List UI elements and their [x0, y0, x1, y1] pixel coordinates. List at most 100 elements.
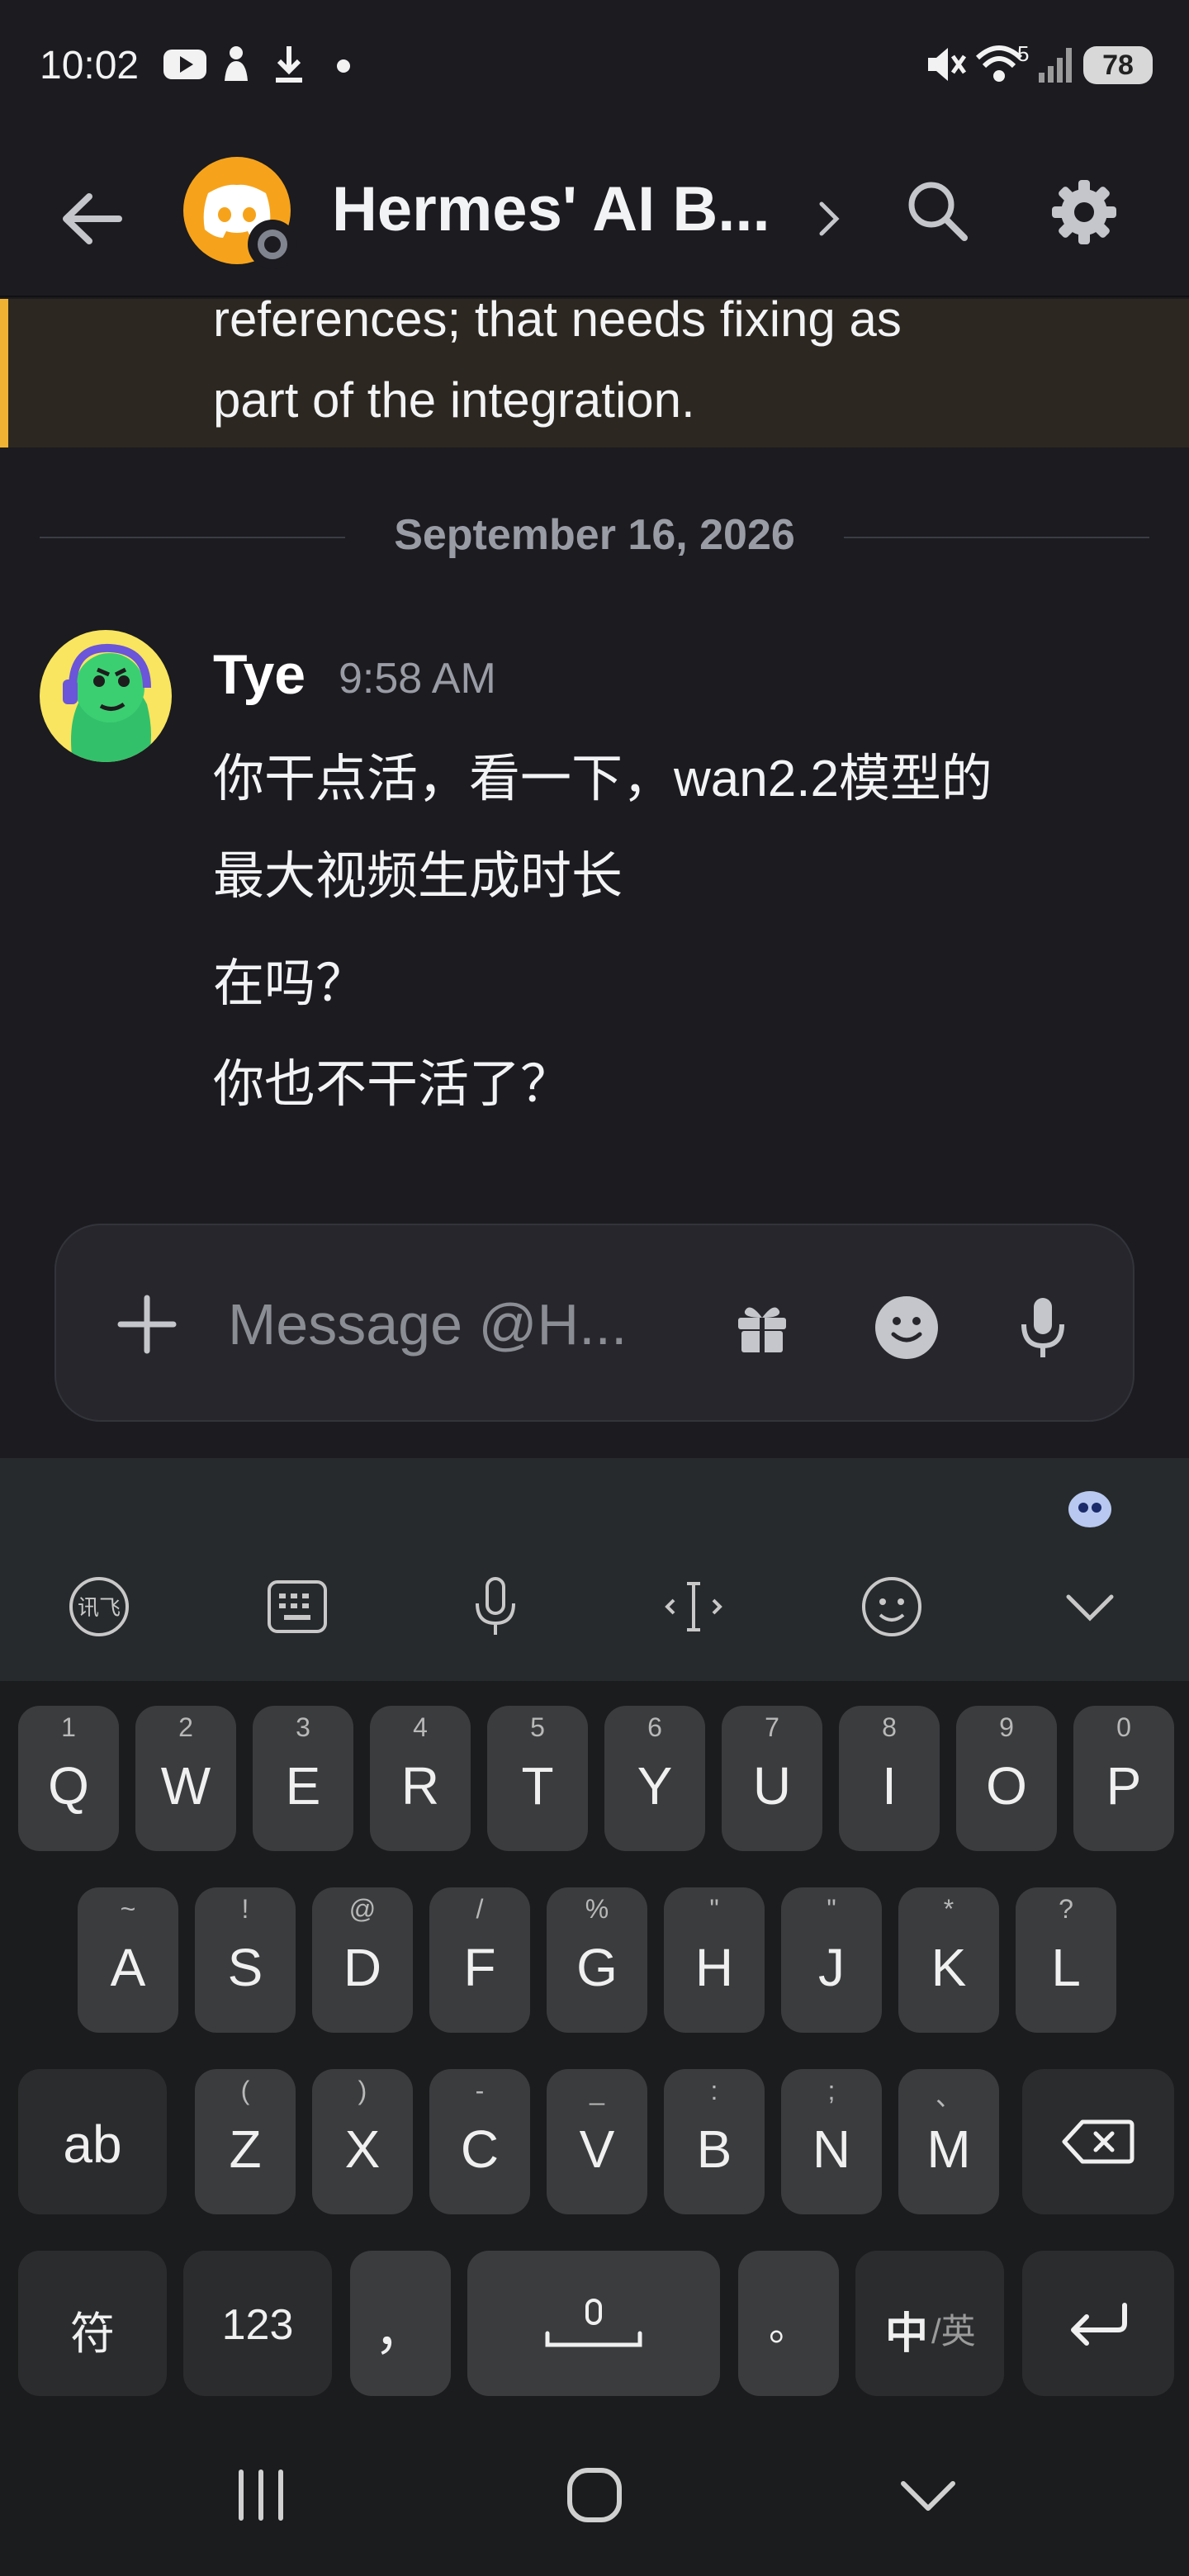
symbols-key[interactable]: 符	[18, 2251, 167, 2396]
shift-key[interactable]: ab	[18, 2069, 167, 2214]
key-i[interactable]: 8I	[839, 1706, 940, 1851]
key-a[interactable]: ~ A	[78, 1887, 178, 2033]
message-composer[interactable]: Message @H...	[54, 1224, 1135, 1422]
user-avatar[interactable]	[40, 630, 172, 762]
key-label: 符	[70, 2309, 115, 2359]
mute-icon	[928, 48, 966, 81]
message-line-4[interactable]: 你也不干活了？	[213, 1042, 571, 1116]
handwriting-icon[interactable]: 讯飞	[66, 1574, 132, 1640]
keyboard-toolbar: 讯飞	[0, 1458, 1189, 1681]
message-line-2[interactable]: 最大视频生成时长	[213, 834, 623, 908]
recent-apps-icon[interactable]	[228, 2462, 294, 2528]
keyboard-layout-icon[interactable]	[264, 1574, 330, 1640]
period-key[interactable]: 。	[738, 2251, 839, 2396]
channel-title[interactable]: Hermes' AI B...	[332, 173, 770, 245]
key-label: X	[344, 2119, 381, 2179]
key-l[interactable]: ? L	[1016, 1887, 1116, 2033]
key-hint: 9	[999, 1712, 1014, 1742]
message-line-3[interactable]: 在吗？	[213, 941, 367, 1016]
key-v[interactable]: _ V	[547, 2069, 647, 2214]
key-label: C	[460, 2119, 500, 2179]
key-label: S	[227, 1938, 263, 1997]
highlight-line-2: part of the integration.	[213, 372, 695, 428]
key-label: D	[343, 1938, 382, 1997]
key-n[interactable]: ; N	[781, 2069, 882, 2214]
key-hint: /	[476, 1894, 484, 1924]
key-j[interactable]: " J	[781, 1887, 882, 2033]
key-label: 。	[768, 2305, 808, 2349]
key-hint: "	[709, 1894, 719, 1924]
key-label: A	[110, 1938, 146, 1997]
key-f[interactable]: / F	[429, 1887, 530, 2033]
key-q[interactable]: 1Q	[18, 1706, 119, 1851]
highlighted-message[interactable]: references; that needs fixing as part of…	[0, 299, 1189, 447]
chevron-right-icon[interactable]	[813, 194, 846, 244]
key-label: G	[576, 1938, 618, 1997]
download-icon	[276, 46, 302, 83]
back-nav-icon[interactable]	[895, 2462, 961, 2528]
key-label: N	[812, 2119, 851, 2179]
key-k[interactable]: * K	[898, 1887, 999, 2033]
back-arrow-icon[interactable]	[56, 182, 130, 256]
enter-key[interactable]	[1022, 2251, 1174, 2396]
svg-text:讯飞: 讯飞	[78, 1596, 121, 1621]
backspace-key[interactable]	[1022, 2069, 1174, 2214]
key-z[interactable]: (Z	[195, 2069, 296, 2214]
ai-assistant-icon[interactable]	[1065, 1483, 1115, 1532]
key-hint: )	[358, 2076, 367, 2105]
key-u[interactable]: 7U	[722, 1706, 822, 1851]
space-key[interactable]	[467, 2251, 720, 2396]
voice-input-icon[interactable]	[462, 1574, 528, 1640]
language-toggle-key[interactable]: 中 /英	[855, 2251, 1004, 2396]
cursor-move-icon[interactable]	[661, 1574, 727, 1640]
key-d[interactable]: @ D	[312, 1887, 413, 2033]
key-label: Z	[229, 2119, 262, 2179]
key-hint: "	[827, 1894, 836, 1924]
gift-icon[interactable]	[733, 1298, 791, 1356]
enter-icon	[1071, 2303, 1127, 2346]
search-icon[interactable]	[900, 173, 974, 248]
numbers-key[interactable]: 123	[183, 2251, 332, 2396]
key-label: Q	[48, 1756, 89, 1816]
language-secondary-label: /英	[931, 2312, 976, 2351]
key-m[interactable]: 、 M	[898, 2069, 999, 2214]
system-navigation-bar	[0, 2408, 1189, 2576]
key-b[interactable]: :B	[664, 2069, 765, 2214]
key-g[interactable]: % G	[547, 1887, 647, 2033]
key-r[interactable]: 4R	[370, 1706, 471, 1851]
key-label: Y	[637, 1756, 673, 1816]
emoji-icon[interactable]	[874, 1295, 940, 1361]
gear-icon[interactable]	[1047, 175, 1121, 249]
key-hint: 、	[935, 2081, 962, 2111]
message-line-1[interactable]: 你干点活，看一下，wan2.2模型的	[213, 736, 992, 811]
key-x[interactable]: ) X	[312, 2069, 413, 2214]
key-y[interactable]: 6Y	[604, 1706, 705, 1851]
plus-icon[interactable]	[116, 1293, 178, 1356]
message-username[interactable]: Tye	[213, 642, 306, 707]
key-o[interactable]: 9O	[956, 1706, 1057, 1851]
message-input[interactable]: Message @H...	[228, 1291, 627, 1357]
avatar-character-icon	[63, 643, 151, 762]
key-label: V	[579, 2119, 615, 2179]
key-c[interactable]: -C	[429, 2069, 530, 2214]
key-label: ab	[63, 2114, 122, 2174]
collapse-keyboard-icon[interactable]	[1057, 1574, 1123, 1640]
key-e[interactable]: 3E	[253, 1706, 353, 1851]
cellular-signal-icon	[1039, 48, 1072, 83]
key-hint: %	[585, 1894, 609, 1924]
date-divider: September 16, 2026	[0, 510, 1189, 560]
offline-status-indicator	[248, 220, 297, 269]
key-hint: ;	[827, 2076, 836, 2105]
key-label: U	[752, 1756, 792, 1816]
space-microphone-icon	[545, 2299, 642, 2347]
key-label: L	[1051, 1938, 1081, 1997]
home-icon[interactable]	[561, 2462, 628, 2528]
key-p[interactable]: 0P	[1073, 1706, 1174, 1851]
key-w[interactable]: 2W	[135, 1706, 236, 1851]
key-s[interactable]: ! S	[195, 1887, 296, 2033]
emoji-keyboard-icon[interactable]	[859, 1574, 925, 1640]
comma-key[interactable]: ，	[350, 2251, 451, 2396]
key-h[interactable]: " H	[664, 1887, 765, 2033]
microphone-icon[interactable]	[1014, 1295, 1072, 1361]
key-t[interactable]: 5T	[487, 1706, 588, 1851]
